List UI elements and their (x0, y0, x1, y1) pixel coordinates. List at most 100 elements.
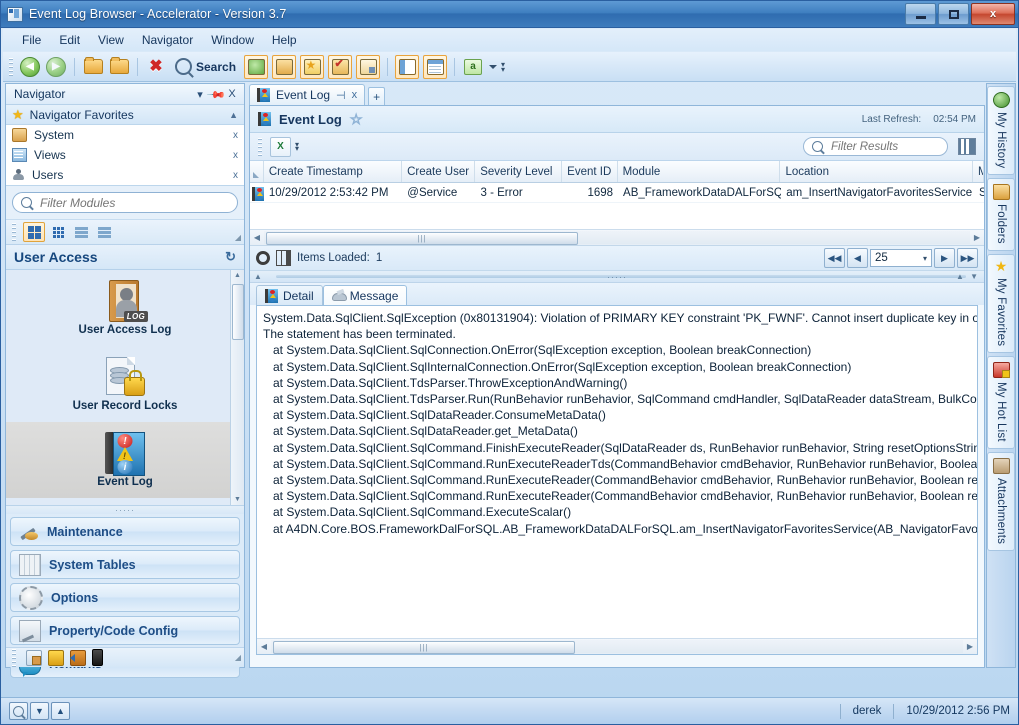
table-row[interactable]: 10/29/2012 2:53:42 PM @Service 3 - Error… (250, 183, 984, 203)
module-list-scrollbar[interactable]: ▲ ▼ (230, 270, 244, 505)
back-button[interactable]: ◀ (19, 56, 41, 78)
pager-last-button[interactable]: ▶▶ (957, 248, 978, 268)
delete-button[interactable]: ✖ (145, 56, 167, 78)
toolbar-overflow-button[interactable]: ▾ ▾ (501, 60, 505, 73)
save-layout-icon[interactable] (26, 649, 42, 666)
module-user-access-log[interactable]: LOG User Access Log (6, 270, 244, 346)
grid-column-module[interactable]: Module (618, 161, 781, 182)
scroll-left-icon[interactable]: ◀ (257, 642, 271, 651)
gear-icon[interactable] (256, 251, 270, 265)
tab-message[interactable]: Message (322, 285, 408, 305)
navigator-footer-resize-grip[interactable]: ◢ (235, 653, 241, 662)
filter-results-box[interactable] (803, 137, 948, 156)
status-down-button[interactable]: ▼ (30, 702, 49, 720)
navigator-favorites-header[interactable]: ★ Navigator Favorites ▲ (6, 105, 244, 125)
message-scroll-thumb[interactable]: ||| (273, 641, 575, 654)
refresh-icon[interactable]: ↻ (225, 249, 236, 265)
search-button[interactable]: Search (169, 58, 242, 75)
menu-window[interactable]: Window (202, 31, 263, 49)
pager-first-button[interactable]: ◀◀ (824, 248, 845, 268)
grid-column-create-timestamp[interactable]: Create Timestamp (264, 161, 403, 182)
new-tab-button[interactable]: + (368, 87, 386, 105)
grid-select-all-corner[interactable] (250, 161, 264, 182)
right-tab-my-hot-list[interactable]: My Hot List (987, 356, 1015, 449)
minimize-button[interactable] (905, 3, 936, 25)
history-button[interactable] (244, 54, 269, 79)
forward-button[interactable]: ▶ (45, 56, 67, 78)
filter-results-input[interactable] (829, 139, 939, 154)
detail-splitter[interactable]: ▲ ····· ▲ ▼ (250, 271, 984, 283)
right-tab-my-history[interactable]: My History (987, 86, 1015, 176)
open-button[interactable] (82, 56, 104, 78)
favorite-remove-button[interactable]: x (233, 170, 238, 181)
right-tab-my-favorites[interactable]: ★ My Favorites (987, 254, 1015, 354)
module-event-log[interactable]: !i Event Log (6, 422, 244, 498)
menu-file[interactable]: File (13, 31, 50, 49)
toolbar-grip[interactable] (9, 57, 13, 76)
scroll-left-icon[interactable]: ◀ (250, 233, 264, 242)
grid-scroll-track[interactable]: ||| (264, 231, 970, 245)
page-size-select[interactable]: 25 ▾ (870, 249, 932, 267)
pager-next-button[interactable]: ▶ (934, 248, 955, 268)
scroll-up-icon[interactable]: ▲ (234, 272, 241, 279)
grid-column-create-user[interactable]: Create User (402, 161, 476, 182)
right-tab-attachments[interactable]: Attachments (987, 452, 1015, 552)
exit-icon[interactable] (92, 649, 103, 666)
grid-scroll-thumb[interactable]: ||| (266, 232, 578, 245)
grid-column-severity-level[interactable]: Severity Level (475, 161, 563, 182)
navigator-close-button[interactable]: X (224, 88, 240, 100)
logout-icon[interactable] (70, 649, 86, 666)
scroll-down-icon[interactable]: ▼ (234, 496, 241, 503)
splitter-arrows[interactable]: ▲ ▼ (956, 272, 980, 281)
menu-help[interactable]: Help (263, 31, 306, 49)
tab-close-icon[interactable]: x (352, 89, 358, 101)
navigator-splitter[interactable]: ····· (6, 505, 244, 514)
tab-pin-icon[interactable]: ⊣ (336, 89, 346, 102)
scroll-right-icon[interactable]: ▶ (970, 233, 984, 242)
grid-column-location[interactable]: Location (780, 161, 973, 182)
splitter-grip[interactable]: ····· (607, 272, 627, 282)
lock-icon[interactable] (48, 649, 64, 666)
document-toolbar-grip[interactable] (258, 137, 262, 156)
menu-view[interactable]: View (89, 31, 133, 49)
chevron-up-icon[interactable]: ▲ (229, 110, 238, 120)
close-button[interactable]: x (971, 3, 1015, 25)
scroll-right-icon[interactable]: ▶ (963, 642, 977, 651)
view-mode-list[interactable] (71, 223, 91, 241)
addin-button[interactable]: a (462, 56, 484, 78)
message-horizontal-scrollbar[interactable]: ◀ ||| ▶ (257, 638, 977, 654)
menu-navigator[interactable]: Navigator (133, 31, 202, 49)
column-chooser-icon[interactable] (958, 138, 976, 155)
columns-icon[interactable] (276, 250, 291, 266)
favorite-remove-button[interactable]: x (233, 150, 238, 161)
tab-detail[interactable]: Detail (256, 285, 323, 305)
module-filter-box[interactable] (12, 192, 238, 213)
maximize-button[interactable] (938, 3, 969, 25)
document-tab-event-log[interactable]: Event Log ⊣ x (249, 84, 366, 105)
filter-modules-input[interactable] (38, 194, 229, 211)
pager-prev-button[interactable]: ◀ (847, 248, 868, 268)
accordion-property-code-config[interactable]: Property/Code Config (10, 616, 240, 645)
splitter-collapse-up-icon[interactable]: ▲ (254, 272, 262, 281)
navigator-pin-button[interactable]: 📌 (207, 85, 225, 103)
favorite-item-system[interactable]: System x (6, 125, 244, 145)
right-tab-folders[interactable]: Folders (987, 178, 1015, 252)
view-bar-grip[interactable] (12, 223, 16, 241)
chevron-down-icon[interactable]: ▾ (923, 254, 927, 263)
message-scroll-track[interactable]: ||| (271, 640, 963, 654)
left-panel-toggle-button[interactable] (395, 54, 420, 79)
bottom-panel-toggle-button[interactable] (423, 54, 448, 79)
module-user-record-locks[interactable]: User Record Locks (6, 346, 244, 422)
export-dropdown-icon[interactable]: ▾ ▾ (295, 140, 299, 152)
hotlist-button[interactable] (328, 54, 353, 79)
view-mode-small-tiles[interactable] (48, 223, 68, 241)
view-mode-large-tiles[interactable] (23, 222, 45, 242)
favorite-item-users[interactable]: Users x (6, 165, 244, 185)
accordion-maintenance[interactable]: Maintenance (10, 517, 240, 546)
accordion-system-tables[interactable]: System Tables (10, 550, 240, 579)
menu-edit[interactable]: Edit (50, 31, 89, 49)
scrollbar-thumb[interactable] (232, 284, 244, 340)
folders-button[interactable] (272, 54, 297, 79)
attachments-button[interactable] (356, 54, 381, 79)
grid-column-event-id[interactable]: Event ID (562, 161, 618, 182)
